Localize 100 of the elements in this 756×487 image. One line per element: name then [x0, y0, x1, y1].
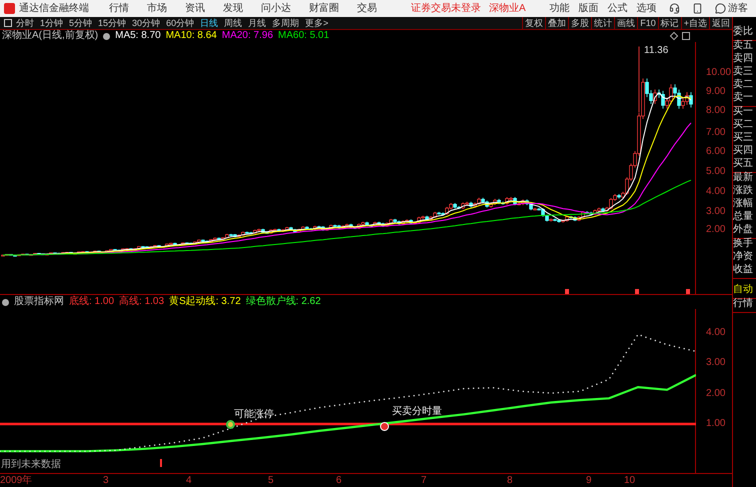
settings-icon[interactable]: [2, 298, 9, 306]
date-axis-label: 4: [186, 476, 192, 486]
mode-tab[interactable]: 行情: [733, 299, 756, 313]
date-axis-label: 2009年: [0, 476, 32, 486]
status-text: 深物业A: [489, 4, 526, 14]
price-axis-label: 9.00: [706, 87, 726, 97]
window-icon[interactable]: [682, 32, 690, 40]
quote-label: 买四: [733, 146, 754, 158]
indicator-axis-label: 4.00: [706, 328, 726, 338]
period-tab[interactable]: 日线: [200, 18, 218, 28]
menu-item[interactable]: 财富圈: [309, 4, 339, 14]
indicator-title: 股票指标网: [14, 297, 64, 307]
period-tab[interactable]: 多周期: [272, 18, 300, 28]
menu-item[interactable]: 交易: [357, 4, 377, 14]
tool-button[interactable]: 标记: [658, 16, 681, 30]
quote-label: 卖一: [733, 93, 754, 105]
mode-tab[interactable]: 自动: [733, 285, 756, 299]
date-axis-label: 10: [624, 476, 636, 486]
settings-icon[interactable]: [103, 32, 110, 40]
quote-label: 最新: [733, 173, 754, 184]
warning-note: 用到未来数据: [1, 460, 61, 470]
tool-button[interactable]: 统计: [591, 16, 614, 30]
price-axis-label: 6.00: [706, 147, 726, 157]
quote-label: 卖三: [733, 67, 754, 78]
indicator-value: 底线: 1.00: [69, 297, 114, 307]
flower-signal-icon: [226, 420, 235, 429]
indicator-value: 高线: 1.03: [119, 297, 164, 307]
price-axis-label: 5.00: [706, 167, 726, 177]
indicator-axis-label: 2.00: [706, 388, 726, 399]
quote-label: 涨跌: [733, 186, 754, 198]
period-tab[interactable]: 15分钟: [98, 18, 126, 28]
headset-icon[interactable]: [668, 3, 680, 14]
tool-button[interactable]: 复权: [522, 16, 546, 30]
menu-item[interactable]: 功能: [550, 4, 570, 14]
app-logo-icon: [4, 3, 15, 14]
tool-button[interactable]: +自选: [680, 16, 709, 30]
period-tab[interactable]: 5分钟: [69, 18, 92, 28]
quote-label: 委比: [733, 27, 754, 39]
quote-label: 净资: [733, 252, 754, 264]
peak-price-label: 11.36: [644, 46, 668, 56]
quote-label: 收益: [733, 265, 754, 277]
menu-item[interactable]: 市场: [147, 4, 167, 14]
quote-label: 卖五: [733, 41, 754, 52]
menu-item[interactable]: 选项: [636, 4, 657, 14]
menu-item[interactable]: 资讯: [185, 4, 205, 14]
tool-button[interactable]: 画线: [614, 16, 638, 30]
tool-button[interactable]: F10: [637, 16, 658, 30]
period-tab[interactable]: 1分钟: [40, 18, 64, 28]
price-axis-label: 7.00: [706, 128, 726, 138]
menu-item[interactable]: 版面: [578, 4, 599, 14]
menu-item[interactable]: 问小达: [261, 4, 291, 14]
candle-wick: [638, 46, 640, 113]
indicator-value: 黄S起动线: 3.72: [169, 297, 241, 307]
quote-label: 换手: [733, 239, 754, 251]
tool-button[interactable]: 多股: [568, 16, 592, 30]
menu-item[interactable]: 发现: [223, 4, 243, 14]
chart-title: 深物业A(日线,前复权): [2, 31, 98, 41]
signal-label: 可能涨停: [234, 410, 274, 420]
price-axis-label: 10.00: [706, 68, 732, 78]
price-axis-label: 3.00: [706, 207, 726, 217]
menu-item[interactable]: 公式: [608, 4, 628, 14]
event-marker-icon: [686, 289, 690, 294]
quote-label: 卖四: [733, 54, 754, 66]
ma-value: MA10: 8.64: [166, 31, 217, 41]
signal-label: 买卖分时量: [392, 407, 442, 417]
user-label[interactable]: 游客: [728, 4, 748, 14]
date-axis-label: 3: [103, 476, 109, 486]
phone-icon[interactable]: [692, 3, 703, 14]
period-tab[interactable]: 30分钟: [132, 18, 160, 28]
date-axis-label: 5: [268, 476, 274, 486]
quote-label: 总量: [733, 212, 754, 224]
indicator-axis-label: 3.00: [706, 358, 726, 368]
indicator-value: 绿色散户线: 2.62: [246, 297, 321, 307]
app-title: 通达信金融终端: [19, 4, 89, 14]
ma-value: MA5: 8.70: [115, 31, 161, 41]
tool-button[interactable]: 叠加: [545, 16, 568, 30]
ma-value: MA20: 7.96: [222, 31, 274, 41]
quote-label: 外盘: [733, 225, 754, 237]
quote-label: 买一: [733, 107, 754, 119]
message-icon[interactable]: [714, 3, 726, 14]
price-axis-label: 4.00: [706, 187, 726, 197]
price-axis-label: 8.00: [706, 106, 726, 116]
menu-item[interactable]: 行情: [109, 4, 129, 14]
quote-label: 买五: [733, 159, 754, 171]
ma-value: MA60: 5.01: [278, 31, 330, 41]
period-tab[interactable]: 周线: [224, 18, 242, 28]
date-axis-label: 9: [586, 476, 592, 486]
period-tab[interactable]: 60分钟: [166, 18, 194, 28]
event-marker-icon: [635, 289, 639, 294]
quote-label: 卖二: [733, 80, 754, 92]
period-tab[interactable]: 月线: [248, 18, 266, 28]
status-text: 证券交易未登录: [411, 4, 481, 14]
panel-toggle-icon[interactable]: [4, 19, 12, 27]
event-marker-icon: [565, 289, 569, 294]
period-tab[interactable]: 分时: [16, 18, 34, 28]
date-axis-label: 7: [421, 476, 427, 486]
quote-label: 买二: [733, 120, 754, 132]
date-axis-label: 8: [507, 476, 513, 486]
price-axis-label: 2.00: [706, 225, 726, 235]
period-tab[interactable]: 更多>: [305, 18, 328, 28]
